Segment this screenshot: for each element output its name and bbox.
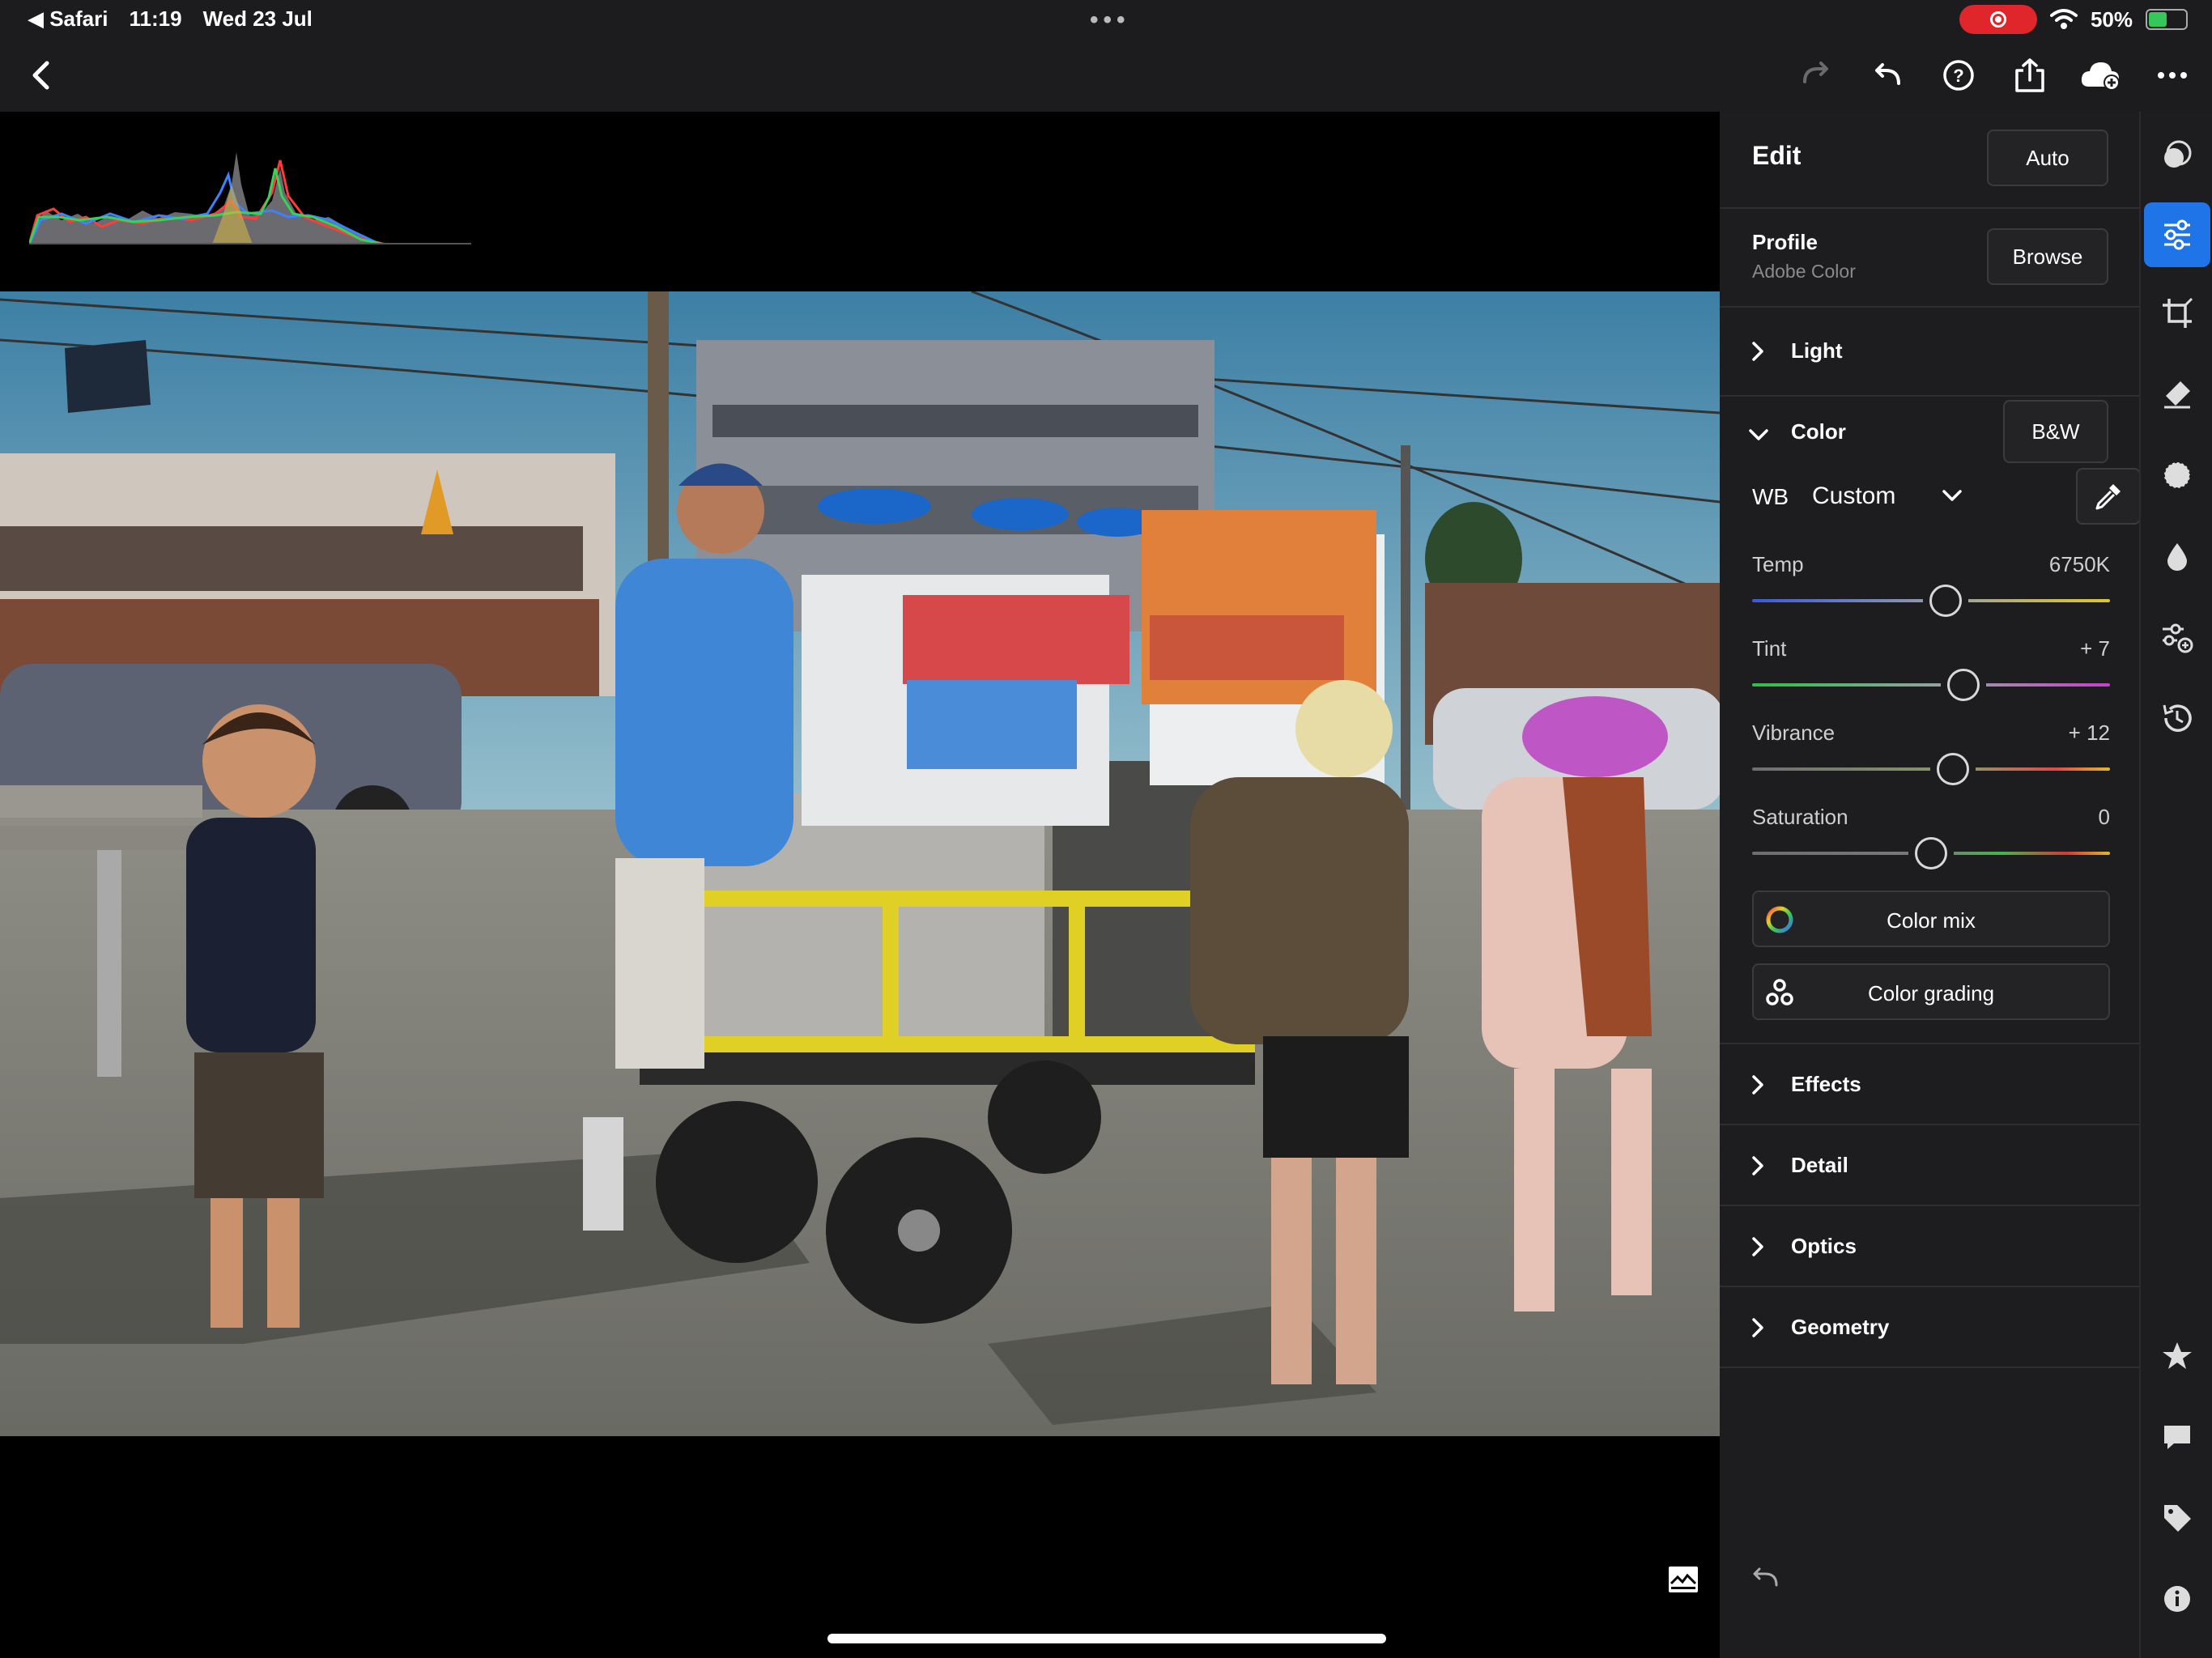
chevron-right-icon <box>1752 1156 1763 1175</box>
section-label: Effects <box>1791 1072 1861 1096</box>
slider-value[interactable]: 0 <box>2099 805 2110 830</box>
eyedropper-icon <box>2095 484 2121 510</box>
help-icon[interactable]: ? <box>1935 50 1982 100</box>
slider-knob[interactable] <box>1929 585 1962 617</box>
slider-knob[interactable] <box>1946 669 1980 701</box>
color-mix-label: Color mix <box>1887 908 1976 933</box>
slider-knob[interactable] <box>1936 753 1969 785</box>
panel-title: Edit <box>1752 141 1802 170</box>
section-geometry[interactable]: Geometry <box>1720 1287 2139 1368</box>
share-icon[interactable] <box>2006 50 2053 100</box>
status-time: 11:19 <box>129 6 182 31</box>
profile-row[interactable]: Profile Adobe Color Browse <box>1720 209 2139 308</box>
edit-sliders-icon[interactable] <box>2144 202 2210 267</box>
wb-eyedropper-button[interactable] <box>2076 468 2141 525</box>
section-optics[interactable]: Optics <box>1720 1206 2139 1287</box>
screen-recording-indicator[interactable] <box>1959 5 2037 34</box>
section-effects[interactable]: Effects <box>1720 1044 2139 1125</box>
tool-rail <box>2139 112 2212 1658</box>
section-label: Detail <box>1791 1153 1848 1177</box>
profile-value: Adobe Color <box>1752 261 1856 282</box>
back-to-safari-link[interactable]: ◀ Safari <box>28 6 108 32</box>
color-mix-button[interactable]: Color mix <box>1752 891 2110 947</box>
section-label: Color <box>1791 419 1846 444</box>
chevron-right-icon <box>1752 1318 1763 1337</box>
slider-label: Tint <box>1752 636 1787 661</box>
photo-preview[interactable] <box>0 291 1720 1436</box>
histogram <box>29 152 471 244</box>
masking-icon[interactable] <box>2149 445 2206 505</box>
info-icon[interactable] <box>2149 1569 2206 1629</box>
status-date: Wed 23 Jul <box>202 6 313 31</box>
chevron-right-icon <box>1752 1237 1763 1256</box>
slider-label: Temp <box>1752 552 1804 576</box>
adjust-plus-icon[interactable] <box>2149 607 2206 667</box>
section-color: Color B&W WB Custom Temp 6750K Tint + 7 … <box>1720 397 2141 1044</box>
temp-slider[interactable]: Temp 6750K <box>1752 552 2110 625</box>
before-after-icon[interactable] <box>1668 1566 1699 1593</box>
chevron-left-icon[interactable] <box>21 55 62 96</box>
comment-icon[interactable] <box>2149 1407 2206 1467</box>
section-light[interactable]: Light <box>1720 308 2139 397</box>
healing-eraser-icon[interactable] <box>2149 364 2206 424</box>
reset-icon[interactable] <box>1750 1566 1780 1590</box>
top-toolbar: ? <box>0 39 2212 112</box>
tint-slider[interactable]: Tint + 7 <box>1752 636 2110 709</box>
cloud-upload-icon[interactable] <box>2078 50 2125 100</box>
section-detail[interactable]: Detail <box>1720 1125 2139 1206</box>
chevron-right-icon <box>1752 342 1763 361</box>
status-bar: ◀ Safari 11:19 Wed 23 Jul ••• 50% <box>0 0 2212 39</box>
svg-text:?: ? <box>1953 66 1963 86</box>
saturation-slider[interactable]: Saturation 0 <box>1752 805 2110 878</box>
wb-label: WB <box>1752 484 1789 509</box>
slider-value[interactable]: + 7 <box>2080 636 2110 661</box>
section-label: Light <box>1791 338 1843 363</box>
presets-icon[interactable] <box>2149 125 2206 185</box>
slider-knob[interactable] <box>1915 837 1947 869</box>
tag-icon[interactable] <box>2149 1488 2206 1548</box>
multitasking-dots[interactable]: ••• <box>1090 6 1130 34</box>
redo-icon[interactable] <box>1793 50 1840 100</box>
profile-label: Profile <box>1752 230 1818 254</box>
more-icon[interactable] <box>2149 50 2196 100</box>
slider-label: Vibrance <box>1752 721 1836 745</box>
color-grading-label: Color grading <box>1867 981 1995 1005</box>
slider-label: Saturation <box>1752 805 1848 829</box>
panel-header: Edit Auto <box>1720 112 2139 209</box>
bw-button[interactable]: B&W <box>2003 400 2108 463</box>
history-icon[interactable] <box>2149 688 2206 748</box>
color-grading-button[interactable]: Color grading <box>1752 963 2110 1020</box>
vibrance-slider[interactable]: Vibrance + 12 <box>1752 721 2110 793</box>
slider-value[interactable]: + 12 <box>2069 721 2110 746</box>
edit-panel: Edit Auto Profile Adobe Color Browse Lig… <box>1720 112 2141 1658</box>
chevron-down-icon[interactable] <box>1940 487 1964 505</box>
home-indicator[interactable] <box>827 1634 1386 1643</box>
versions-drop-icon[interactable] <box>2149 526 2206 586</box>
chevron-down-icon <box>1749 429 1768 440</box>
battery-icon <box>2146 9 2188 30</box>
wb-dropdown[interactable]: Custom <box>1812 483 1895 510</box>
wifi-icon <box>2049 9 2078 29</box>
slider-value[interactable]: 6750K <box>2049 552 2110 577</box>
image-canvas[interactable] <box>0 112 1720 1658</box>
star-rating-icon[interactable] <box>2149 1326 2206 1386</box>
battery-percentage: 50% <box>2090 6 2133 32</box>
section-label: Optics <box>1791 1234 1857 1258</box>
tint-track <box>1752 683 2110 687</box>
browse-button[interactable]: Browse <box>1987 228 2108 285</box>
crop-icon[interactable] <box>2149 283 2206 343</box>
white-balance-row: WB Custom <box>1752 468 2141 525</box>
auto-button[interactable]: Auto <box>1987 130 2108 186</box>
section-label: Geometry <box>1791 1315 1890 1339</box>
undo-icon[interactable] <box>1864 50 1911 100</box>
chevron-right-icon <box>1752 1075 1763 1095</box>
